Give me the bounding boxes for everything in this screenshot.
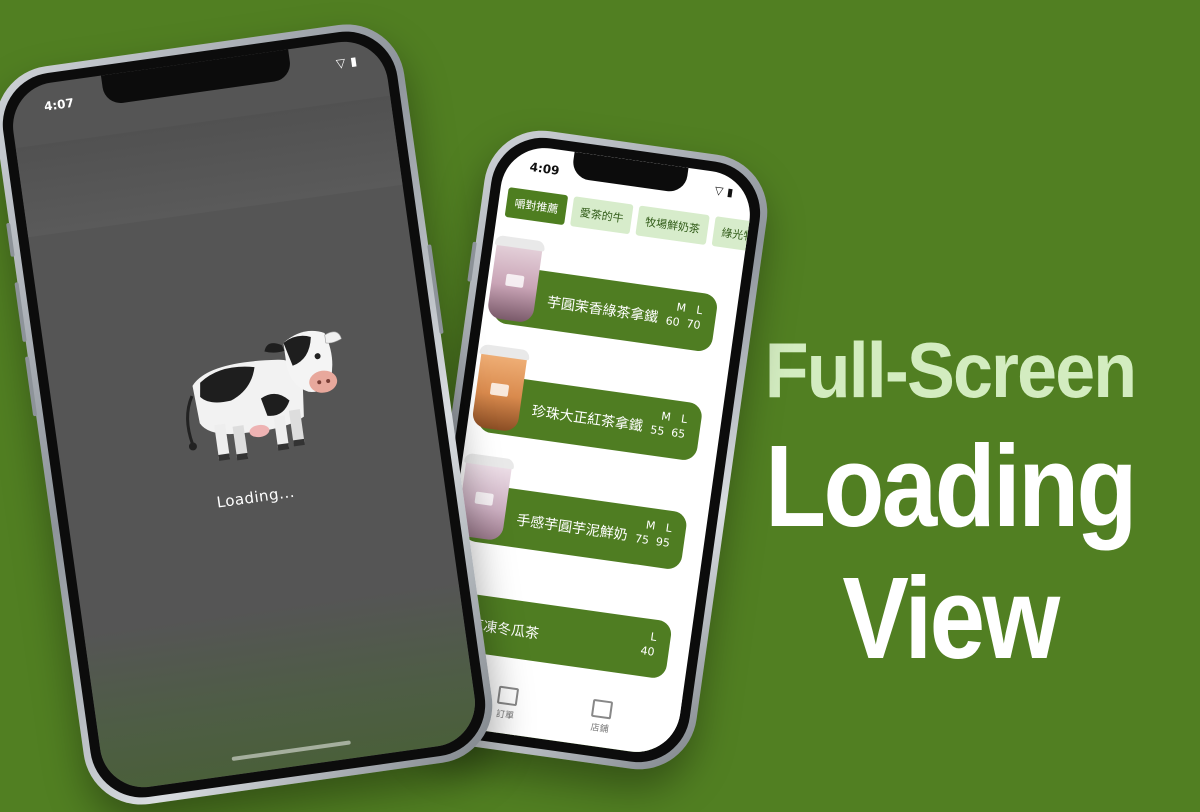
notch bbox=[570, 151, 689, 194]
headline: Full-Screen Loading View bbox=[720, 320, 1180, 684]
blurred-content-bottom bbox=[84, 581, 481, 793]
tabbar-label: 店鋪 bbox=[589, 722, 610, 736]
blurred-content-top bbox=[15, 95, 403, 238]
cow-icon bbox=[186, 330, 342, 461]
headline-line-3: View bbox=[842, 553, 1060, 683]
status-time: 4:09 bbox=[528, 159, 561, 178]
tabbar-label: 訂單 bbox=[495, 709, 515, 722]
logo-icon bbox=[505, 273, 525, 289]
tab-milk-tea[interactable]: 牧場鮮奶茶 bbox=[635, 205, 710, 246]
tabbar-orders[interactable]: 訂單 bbox=[494, 685, 519, 722]
status-time: 4:07 bbox=[43, 95, 75, 114]
wifi-icon: ▽ bbox=[335, 55, 347, 71]
tab-green-ranch[interactable]: 綠光牧 bbox=[711, 216, 756, 253]
logo-icon bbox=[489, 382, 510, 397]
menu-item-prices: M L 60 70 bbox=[664, 300, 704, 333]
menu-item[interactable]: 珍珠大正紅茶拿鐵 M L 55 65 bbox=[465, 343, 726, 474]
receipt-icon bbox=[496, 685, 519, 707]
tab-tea-cow[interactable]: 愛茶的牛 bbox=[569, 196, 634, 235]
menu-item[interactable]: 手感芋圓芋泥鮮奶 M L 75 95 bbox=[450, 452, 711, 583]
menu-item-prices: M L 55 65 bbox=[649, 409, 689, 441]
tabbar-store[interactable]: 店鋪 bbox=[589, 698, 614, 736]
notch bbox=[100, 49, 293, 106]
wifi-icon: ▽ bbox=[713, 183, 725, 198]
tab-recommended[interactable]: 嚼對推薦 bbox=[504, 187, 569, 226]
status-icons: ▽ ▮ bbox=[335, 54, 358, 71]
headline-line-2: Loading bbox=[765, 421, 1137, 551]
mute-switch bbox=[6, 222, 15, 257]
store-icon bbox=[591, 698, 614, 720]
battery-icon: ▮ bbox=[349, 53, 358, 69]
menu-item[interactable]: 芋圓茉香綠茶拿鐵 M L 60 70 bbox=[481, 234, 742, 365]
logo-icon bbox=[474, 491, 494, 506]
loading-label: Loading... bbox=[215, 482, 296, 512]
status-icons: ▽ ▮ bbox=[714, 184, 734, 199]
front-phone: 4:07 ▽ ▮ Loading... bbox=[0, 16, 500, 812]
headline-line-1: Full-Screen bbox=[764, 326, 1137, 414]
loading-screen: 4:07 ▽ ▮ Loading... bbox=[7, 36, 481, 793]
menu-item-prices: M L 75 95 bbox=[634, 518, 673, 550]
volume-button bbox=[467, 241, 477, 282]
battery-icon: ▮ bbox=[726, 185, 735, 200]
